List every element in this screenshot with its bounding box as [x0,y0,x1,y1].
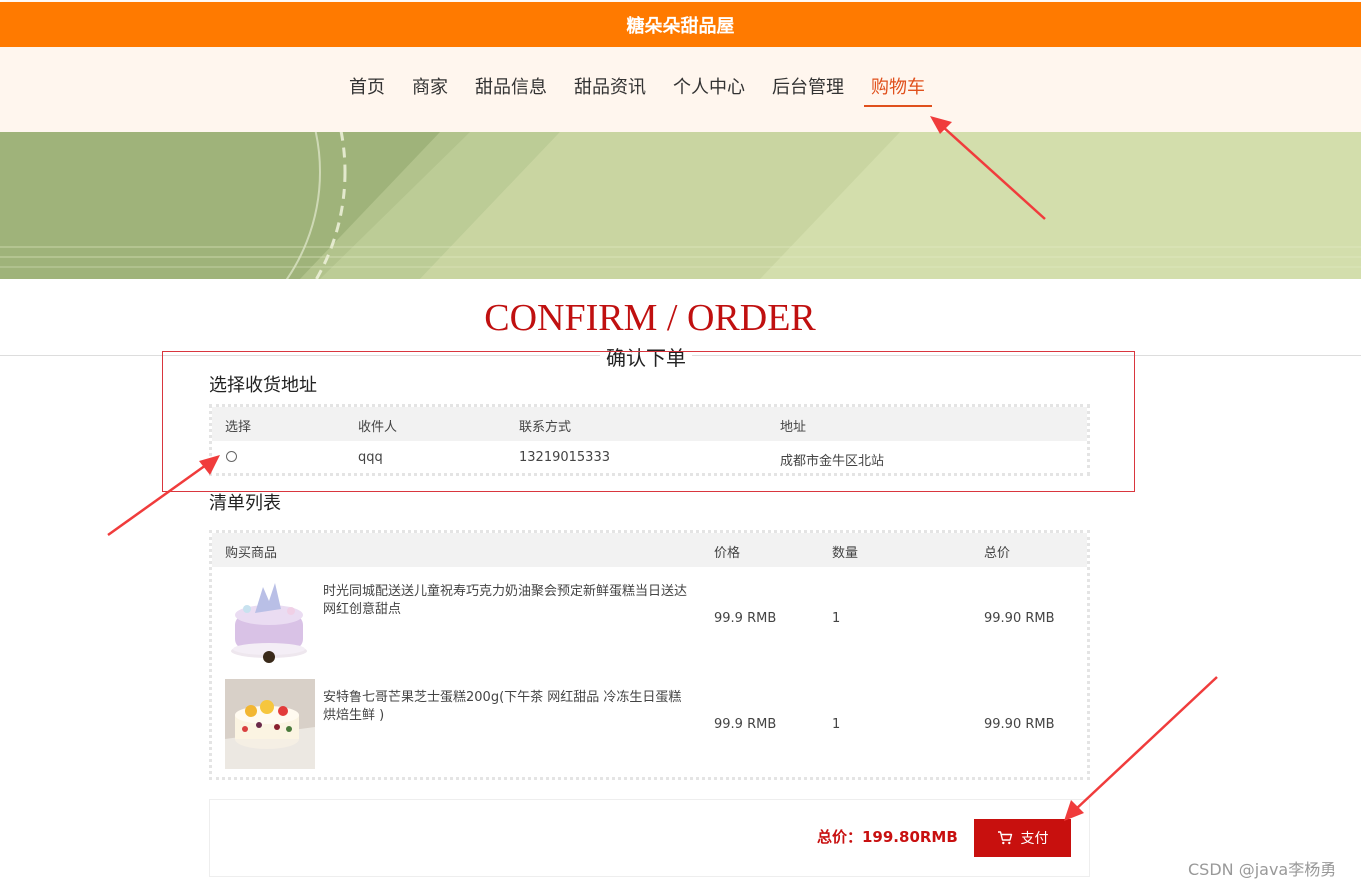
nav-item-home[interactable]: 首页 [342,75,392,107]
col-select: 选择 [225,420,252,435]
col-subtotal: 总价 [984,546,1011,561]
cart-icon [997,831,1012,845]
product-price: 99.9 RMB [714,717,777,732]
product-quantity: 1 [832,611,841,626]
table-row: 安特鲁七哥芒果芝士蛋糕200g(下午茶 网红甜品 冷冻生日蛋糕烘焙生鲜 ) 99… [212,673,1087,779]
product-name[interactable]: 安特鲁七哥芒果芝士蛋糕200g(下午茶 网红甜品 冷冻生日蛋糕烘焙生鲜 ) [323,689,688,725]
nav-item-dessert-news[interactable]: 甜品资讯 [567,75,653,107]
nav-item-merchants[interactable]: 商家 [405,75,455,107]
table-row: 时光同城配送送儿童祝寿巧克力奶油聚会预定新鲜蛋糕当日送达网红创意甜点 99.9 … [212,567,1087,673]
nav-item-cart[interactable]: 购物车 [864,75,932,107]
nav-bar: 首页 商家 甜品信息 甜品资讯 个人中心 后台管理 购物车 [0,47,1361,132]
address-radio[interactable] [226,451,237,462]
product-name[interactable]: 时光同城配送送儿童祝寿巧克力奶油聚会预定新鲜蛋糕当日送达网红创意甜点 [323,583,688,619]
product-image-cake-1[interactable] [225,573,315,663]
cart-table: 购买商品 价格 数量 总价 时光同城配送送儿童祝寿巧克力奶油聚会预定新鲜蛋糕当日… [209,530,1090,780]
nav-item-profile[interactable]: 个人中心 [666,75,752,107]
nav-item-admin[interactable]: 后台管理 [765,75,851,107]
col-quantity: 数量 [832,546,859,561]
hero-banner [0,132,1361,279]
col-price: 价格 [714,546,741,561]
order-total: 总价：199.80RMB [817,828,958,846]
main-nav: 首页 商家 甜品信息 甜品资讯 个人中心 后台管理 购物车 [342,75,945,107]
address-value: 成都市金牛区北站 [780,454,885,469]
recipient-value: qqq [358,450,383,465]
cart-section-title: 清单列表 [209,493,281,514]
product-image-cake-2[interactable] [225,679,315,769]
arrow-to-pay-button [1074,676,1218,811]
phone-value: 13219015333 [519,450,610,465]
banner-graphic [0,132,1361,279]
col-product: 购买商品 [225,546,278,561]
page-heading: CONFIRM / ORDER [484,297,816,339]
product-price: 99.9 RMB [714,611,777,626]
col-address: 地址 [780,420,807,435]
address-table-header: 选择 收件人 联系方式 地址 [212,407,1087,441]
order-summary-box [209,799,1090,877]
product-subtotal: 99.90 RMB [984,611,1055,626]
top-bar: 糖朵朵甜品屋 [0,2,1361,47]
watermark: CSDN @java李杨勇 [1188,860,1337,879]
pay-button[interactable]: 支付 [974,819,1071,857]
col-recipient: 收件人 [358,420,398,435]
address-section-title: 选择收货地址 [209,375,317,396]
cart-table-header: 购买商品 价格 数量 总价 [212,533,1087,567]
pay-button-label: 支付 [1020,831,1049,847]
product-quantity: 1 [832,717,841,732]
table-row: qqq 13219015333 成都市金牛区北站 [212,441,1087,475]
address-table: 选择 收件人 联系方式 地址 qqq 13219015333 成都市金牛区北站 [209,404,1090,476]
product-subtotal: 99.90 RMB [984,717,1055,732]
site-brand[interactable]: 糖朵朵甜品屋 [627,12,735,38]
nav-item-dessert-info[interactable]: 甜品信息 [468,75,554,107]
col-phone: 联系方式 [519,420,572,435]
